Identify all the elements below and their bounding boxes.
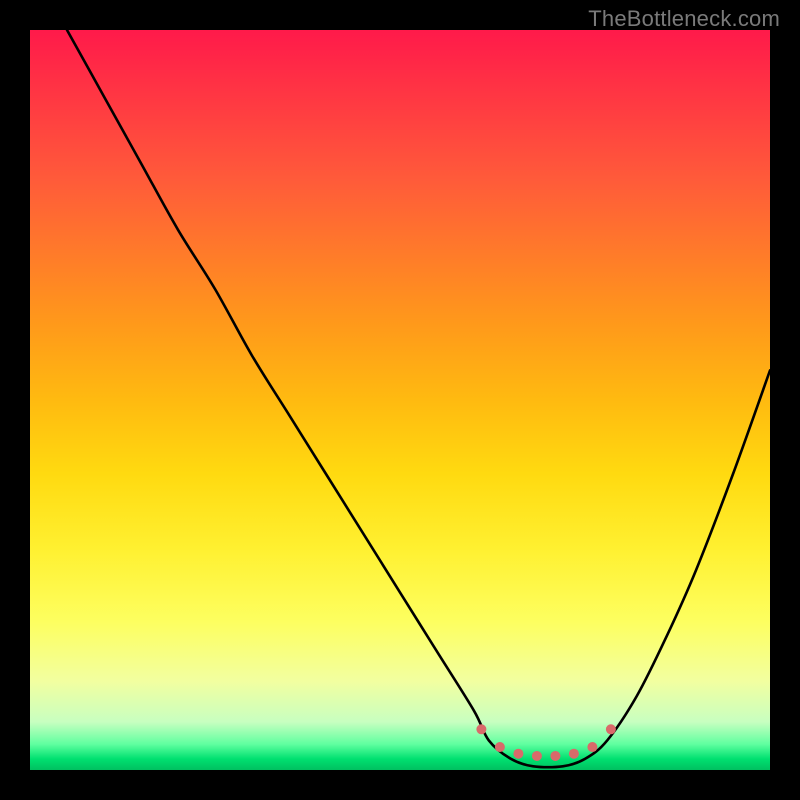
threshold-dot bbox=[569, 749, 579, 759]
threshold-dot bbox=[532, 751, 542, 761]
plot-area bbox=[30, 30, 770, 770]
threshold-dot bbox=[513, 749, 523, 759]
chart-container: TheBottleneck.com bbox=[0, 0, 800, 800]
threshold-dot bbox=[550, 751, 560, 761]
threshold-dot bbox=[606, 724, 616, 734]
chart-svg bbox=[30, 30, 770, 770]
threshold-dot bbox=[495, 742, 505, 752]
watermark-text: TheBottleneck.com bbox=[588, 6, 780, 32]
threshold-dot bbox=[587, 742, 597, 752]
bottleneck-curve bbox=[67, 30, 770, 767]
threshold-dot bbox=[476, 724, 486, 734]
threshold-dots bbox=[476, 724, 616, 761]
